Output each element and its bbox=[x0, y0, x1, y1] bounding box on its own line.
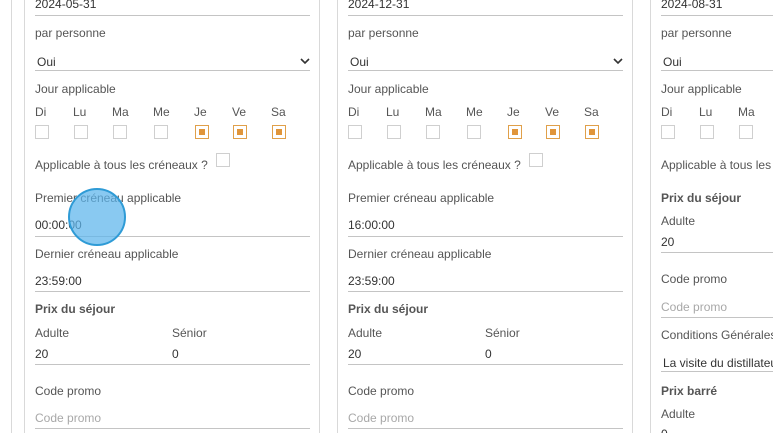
day-label-ma: Ma bbox=[112, 105, 129, 119]
day-checkbox-lu[interactable] bbox=[74, 125, 88, 139]
tariff-card-3: 2024-08-31 par personne Oui Jour applica… bbox=[661, 0, 773, 433]
day-label-di: Di bbox=[348, 105, 360, 119]
last-slot-label: Dernier créneau applicable bbox=[348, 247, 492, 261]
day-checkbox-je[interactable] bbox=[195, 125, 209, 139]
day-label-ve: Ve bbox=[232, 105, 247, 119]
day-checkbox-sa[interactable] bbox=[272, 125, 286, 139]
conditions-value: La visite du distillateur bbox=[663, 356, 773, 370]
day-checkbox-ma[interactable] bbox=[426, 125, 440, 139]
day-checkbox-me[interactable] bbox=[154, 125, 168, 139]
applicable-days-label: Jour applicable bbox=[661, 82, 742, 96]
chevron-down-icon bbox=[300, 58, 310, 65]
column-divider bbox=[337, 0, 338, 433]
day-checkbox-lu[interactable] bbox=[387, 125, 401, 139]
day-checkbox-ve[interactable] bbox=[233, 125, 247, 139]
senior-price-input[interactable]: 0 bbox=[485, 347, 492, 361]
senior-label: Sénior bbox=[485, 326, 520, 340]
promo-code-input[interactable]: Code promo bbox=[661, 300, 727, 314]
day-label-ma: Ma bbox=[738, 105, 755, 119]
column-divider bbox=[319, 0, 320, 433]
day-checkbox-je[interactable] bbox=[508, 125, 522, 139]
per-person-label: par personne bbox=[348, 26, 419, 40]
adult-label: Adulte bbox=[35, 326, 70, 340]
applicable-days-label: Jour applicable bbox=[348, 82, 429, 96]
last-slot-label: Dernier créneau applicable bbox=[35, 247, 179, 261]
column-divider bbox=[11, 0, 12, 433]
adult-label: Adulte bbox=[661, 214, 696, 228]
per-person-select[interactable]: Oui bbox=[661, 51, 773, 71]
day-label-me: Me bbox=[153, 105, 170, 119]
adult-price-input[interactable]: 20 bbox=[348, 347, 361, 361]
first-slot-label: Premier créneau applicable bbox=[348, 191, 495, 205]
day-checkbox-me[interactable] bbox=[467, 125, 481, 139]
day-checkbox-ve[interactable] bbox=[546, 125, 560, 139]
day-label-je: Je bbox=[507, 105, 520, 119]
per-person-value: Oui bbox=[350, 55, 369, 69]
last-slot-input[interactable]: 23:59:00 bbox=[35, 274, 82, 288]
day-checkbox-sa[interactable] bbox=[585, 125, 599, 139]
day-label-ma: Ma bbox=[425, 105, 442, 119]
promo-code-input[interactable]: Code promo bbox=[348, 411, 414, 425]
end-date-input[interactable]: 2024-08-31 bbox=[661, 0, 722, 11]
promo-code-label: Code promo bbox=[348, 384, 415, 398]
price-section-title: Prix du séjour bbox=[348, 302, 429, 316]
all-slots-checkbox[interactable] bbox=[529, 153, 543, 167]
column-divider bbox=[632, 0, 633, 433]
adult-price-input[interactable]: 20 bbox=[661, 235, 674, 249]
day-label-me: Me bbox=[466, 105, 483, 119]
day-label-di: Di bbox=[661, 105, 673, 119]
per-person-label: par personne bbox=[661, 26, 732, 40]
day-checkbox-di[interactable] bbox=[348, 125, 362, 139]
column-divider bbox=[650, 0, 651, 433]
day-label-lu: Lu bbox=[386, 105, 400, 119]
conditions-select[interactable]: La visite du distillateur bbox=[661, 352, 773, 372]
last-slot-input[interactable]: 23:59:00 bbox=[348, 274, 395, 288]
day-checkbox-lu[interactable] bbox=[700, 125, 714, 139]
day-label-sa: Sa bbox=[584, 105, 599, 119]
column-divider bbox=[24, 0, 25, 433]
day-label-sa: Sa bbox=[271, 105, 286, 119]
struck-price-section-title: Prix barré bbox=[661, 384, 718, 398]
struck-adult-price-input[interactable]: 0 bbox=[661, 427, 668, 433]
price-section-title: Prix du séjour bbox=[661, 191, 742, 205]
day-checkbox-ma[interactable] bbox=[113, 125, 127, 139]
senior-price-input[interactable]: 0 bbox=[172, 347, 179, 361]
promo-code-label: Code promo bbox=[35, 384, 102, 398]
tariff-card-1: 2024-05-31 par personne Oui Jour applica… bbox=[35, 0, 311, 433]
day-checkbox-di[interactable] bbox=[35, 125, 49, 139]
end-date-input[interactable]: 2024-12-31 bbox=[348, 0, 409, 11]
tariff-card-2: 2024-12-31 par personne Oui Jour applica… bbox=[348, 0, 624, 433]
per-person-label: par personne bbox=[35, 26, 106, 40]
per-person-value: Oui bbox=[663, 55, 682, 69]
all-slots-label: Applicable à tous les créneaux ? bbox=[35, 158, 208, 172]
day-label-lu: Lu bbox=[699, 105, 713, 119]
promo-code-label: Code promo bbox=[661, 272, 728, 286]
adult-label: Adulte bbox=[348, 326, 383, 340]
day-label-di: Di bbox=[35, 105, 47, 119]
price-section-title: Prix du séjour bbox=[35, 302, 116, 316]
all-slots-checkbox[interactable] bbox=[216, 153, 230, 167]
per-person-value: Oui bbox=[37, 55, 56, 69]
per-person-select[interactable]: Oui bbox=[35, 51, 310, 71]
struck-adult-label: Adulte bbox=[661, 407, 696, 421]
first-slot-input[interactable]: 16:00:00 bbox=[348, 218, 395, 232]
first-slot-label: Premier créneau applicable bbox=[35, 191, 182, 205]
senior-label: Sénior bbox=[172, 326, 207, 340]
promo-code-input[interactable]: Code promo bbox=[35, 411, 101, 425]
adult-price-input[interactable]: 20 bbox=[35, 347, 48, 361]
day-label-je: Je bbox=[194, 105, 207, 119]
end-date-input[interactable]: 2024-05-31 bbox=[35, 0, 96, 11]
all-slots-label: Applicable à tous les créneaux ? bbox=[661, 158, 773, 172]
day-label-ve: Ve bbox=[545, 105, 560, 119]
per-person-select[interactable]: Oui bbox=[348, 51, 623, 71]
applicable-days-label: Jour applicable bbox=[35, 82, 116, 96]
conditions-label: Conditions Générales bbox=[661, 328, 773, 342]
chevron-down-icon bbox=[613, 58, 623, 65]
first-slot-input[interactable]: 00:00:00 bbox=[35, 218, 82, 232]
day-label-lu: Lu bbox=[73, 105, 87, 119]
day-checkbox-ma[interactable] bbox=[739, 125, 753, 139]
day-checkbox-di[interactable] bbox=[661, 125, 675, 139]
all-slots-label: Applicable à tous les créneaux ? bbox=[348, 158, 521, 172]
